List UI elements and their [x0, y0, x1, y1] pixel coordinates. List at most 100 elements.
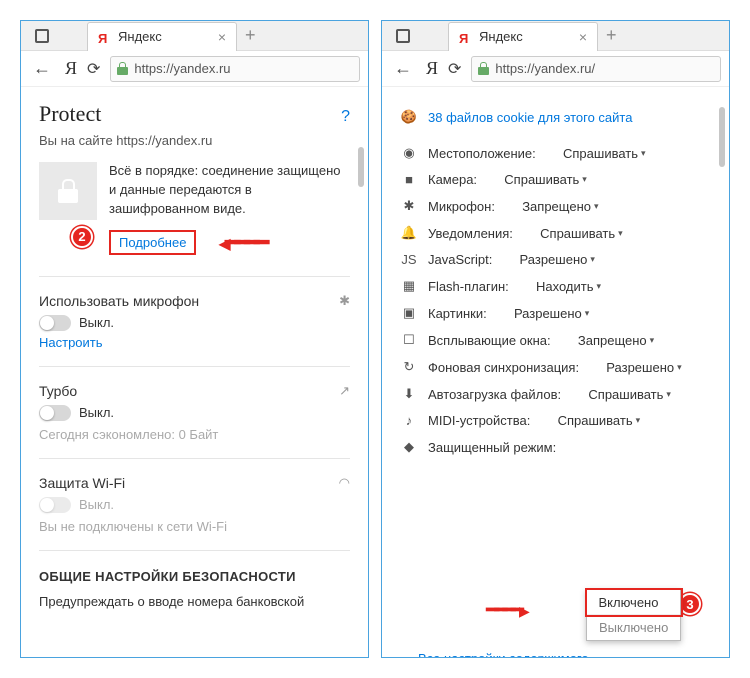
mic-configure-link[interactable]: Настроить: [39, 335, 103, 350]
close-tab-icon[interactable]: ×: [579, 30, 587, 44]
lock-icon: [478, 62, 489, 75]
callout-arrow-left: ━━━━: [218, 227, 263, 258]
dropdown-option-on[interactable]: Включено: [585, 588, 683, 617]
callout-arrow-right: ━━━━: [486, 597, 525, 623]
divider: [39, 366, 350, 367]
turbo-saved: Сегодня сэкономлено: 0 Байт: [39, 427, 350, 442]
wifi-icon: ◠: [339, 475, 350, 491]
reload-button[interactable]: ⟳: [448, 59, 461, 79]
scrollbar[interactable]: [358, 87, 364, 657]
url-box[interactable]: https://yandex.ru: [110, 56, 360, 82]
permission-row: ✱Микрофон: Запрещено: [400, 198, 711, 214]
permission-row: ◉Местоположение: Спрашивать: [400, 145, 711, 161]
lock-badge: [39, 162, 97, 220]
permission-value-dropdown[interactable]: Разрешено: [606, 360, 681, 375]
camera-icon: ■: [400, 172, 418, 187]
browser-tab[interactable]: Яндекс ×: [448, 22, 598, 51]
permission-label: Уведомления:: [428, 226, 513, 241]
url-box[interactable]: https://yandex.ru/: [471, 56, 721, 82]
permission-value-dropdown[interactable]: Спрашивать: [540, 226, 623, 241]
browser-tab[interactable]: Яндекс ×: [87, 22, 237, 51]
mic-state: Выкл.: [79, 315, 114, 330]
permission-value-dropdown[interactable]: Спрашивать: [588, 387, 671, 402]
divider: [39, 550, 350, 551]
all-content-settings-link[interactable]: Все настройки содержимого: [418, 651, 589, 657]
reload-button[interactable]: ⟳: [87, 59, 100, 79]
address-bar: ← Я ⟳ https://yandex.ru: [21, 51, 368, 87]
url-text: https://yandex.ru/: [495, 61, 595, 76]
permission-row: ↻Фоновая синхронизация: Разрешено: [400, 359, 711, 375]
permission-label: Картинки:: [428, 306, 487, 321]
permission-value-dropdown[interactable]: Запрещено: [578, 333, 654, 348]
close-tab-icon[interactable]: ×: [218, 30, 226, 44]
divider: [39, 458, 350, 459]
security-section-title: ОБЩИЕ НАСТРОЙКИ БЕЗОПАСНОСТИ: [39, 569, 350, 584]
sync-icon: ↻: [400, 359, 418, 375]
sidebar-toggle-icon[interactable]: [35, 29, 49, 43]
url-text: https://yandex.ru: [134, 61, 230, 76]
security-section-text: Предупреждать о вводе номера банковской: [39, 594, 350, 609]
permission-row: JSJavaScript: Разрешено: [400, 252, 711, 267]
location-icon: ◉: [400, 145, 418, 161]
permission-value-dropdown[interactable]: Разрешено: [520, 252, 595, 267]
protected-mode-dropdown: Включено Выключено: [586, 589, 681, 641]
yandex-home-button[interactable]: Я: [426, 58, 438, 79]
flash-icon: ▦: [400, 278, 418, 294]
details-link[interactable]: Подробнее: [109, 230, 196, 255]
download-icon: ⬇: [400, 386, 418, 402]
turbo-state: Выкл.: [79, 405, 114, 420]
permission-row: ☐ Всплывающие окна: Запрещено: [400, 332, 711, 348]
back-button[interactable]: ←: [29, 58, 55, 79]
protect-panel: Protect ? Вы на сайте https://yandex.ru …: [21, 87, 368, 657]
setting-wifi: Защита Wi-Fi ◠ Выкл. Вы не подключены к …: [39, 475, 350, 534]
permission-row: ♪MIDI-устройства: Спрашивать: [400, 413, 711, 428]
notify-icon: 🔔: [400, 225, 418, 241]
dropdown-option-off[interactable]: Выключено: [587, 614, 680, 640]
cookies-link[interactable]: 38 файлов cookie для этого сайта: [428, 110, 632, 125]
permission-label: Камера:: [428, 172, 477, 187]
scrollbar[interactable]: [719, 87, 725, 657]
sidebar-toggle-icon[interactable]: [396, 29, 410, 43]
permissions-list: ◉Местоположение: Спрашивать ■ Камера: Спра…: [400, 145, 711, 455]
rocket-icon: ↗: [339, 383, 350, 399]
permission-value-dropdown[interactable]: Разрешено: [514, 306, 589, 321]
permission-row: ▦ Flash-плагин: Находить: [400, 278, 711, 294]
permission-value-dropdown[interactable]: Спрашивать: [558, 413, 641, 428]
cookie-icon: 🍪: [400, 109, 418, 125]
permission-row: 🔔 Уведомления: Спрашивать: [400, 225, 711, 241]
permission-label: JavaScript:: [428, 252, 492, 267]
midi-icon: ♪: [400, 413, 418, 428]
mic-icon: ✱: [339, 293, 350, 309]
wifi-state: Выкл.: [79, 497, 114, 512]
page-title: Protect: [39, 101, 341, 127]
browser-window-right: Яндекс × + ← Я ⟳ https://yandex.ru/ 🍪 38…: [381, 20, 730, 658]
popup-icon: ☐: [400, 332, 418, 348]
new-tab-button[interactable]: +: [606, 25, 617, 46]
permission-label: Защищенный режим:: [428, 440, 556, 455]
setting-label: Защита Wi-Fi: [39, 475, 339, 491]
lock-icon: [117, 62, 128, 75]
setting-label: Использовать микрофон: [39, 293, 339, 309]
tab-title: Яндекс: [479, 29, 571, 44]
permission-value-dropdown[interactable]: Находить: [536, 279, 601, 294]
help-button[interactable]: ?: [341, 108, 350, 126]
permission-value-dropdown[interactable]: Запрещено: [522, 199, 598, 214]
turbo-toggle[interactable]: [39, 405, 71, 421]
new-tab-button[interactable]: +: [245, 25, 256, 46]
permission-label: Flash-плагин:: [428, 279, 509, 294]
setting-label: Турбо: [39, 383, 339, 399]
permission-row: ⬇Автозагрузка файлов: Спрашивать: [400, 386, 711, 402]
browser-window-left: Яндекс × + ← Я ⟳ https://yandex.ru Prote…: [20, 20, 369, 658]
wifi-note: Вы не подключены к сети Wi-Fi: [39, 519, 350, 534]
address-bar: ← Я ⟳ https://yandex.ru/: [382, 51, 729, 87]
permission-row: ▣Картинки: Разрешено: [400, 305, 711, 321]
permission-label: Всплывающие окна:: [428, 333, 551, 348]
back-button[interactable]: ←: [390, 58, 416, 79]
connection-info: Всё в порядке: соединение защищено и дан…: [39, 162, 350, 258]
permission-value-dropdown[interactable]: Спрашивать: [504, 172, 587, 187]
yandex-home-button[interactable]: Я: [65, 58, 77, 79]
permission-value-dropdown[interactable]: Спрашивать: [563, 146, 646, 161]
permissions-panel: 🍪 38 файлов cookie для этого сайта ◉Мест…: [382, 87, 729, 657]
mic-toggle[interactable]: [39, 315, 71, 331]
tab-bar: Яндекс × +: [382, 21, 729, 51]
